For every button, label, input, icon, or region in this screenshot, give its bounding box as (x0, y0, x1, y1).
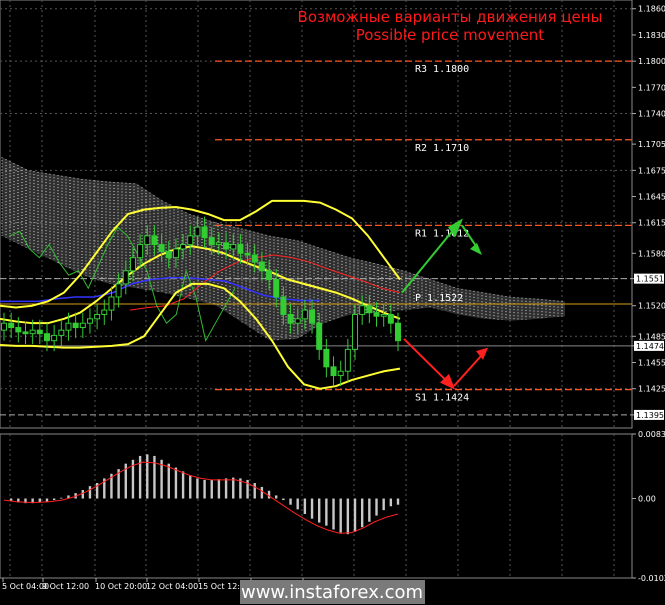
candle-body (144, 235, 151, 246)
candle-body (1, 322, 7, 331)
down-arrow-branch-head (476, 347, 488, 360)
time-tick-label: 9 Oct 12:00 (42, 582, 89, 591)
candle-body (115, 283, 122, 298)
candle-body (101, 309, 108, 315)
price-tick-label: 1.1675 (638, 166, 665, 175)
price-marker-label: 1.1474 (636, 342, 664, 351)
price-tick-label: 1.1580 (638, 249, 665, 258)
candle-body (180, 244, 187, 250)
title-ru: Возможные варианты движения цены (298, 8, 603, 26)
price-tick-label: 1.1770 (638, 83, 665, 92)
down-arrow-branch (453, 353, 484, 387)
candle-body (8, 322, 15, 329)
candle-body (266, 270, 273, 281)
price-marker-label: 1.1551 (636, 275, 664, 284)
candle-body (86, 318, 93, 324)
candle-body (108, 296, 115, 311)
title-en: Possible price movement (356, 26, 545, 44)
price-tick-label: 1.1455 (638, 358, 665, 367)
candle-body (22, 331, 29, 335)
candle-body (387, 313, 394, 324)
candle-body (151, 235, 158, 246)
level-label-s1: S1 1.1424 (415, 393, 469, 404)
candle-body (29, 329, 36, 335)
candle-body (172, 248, 179, 259)
candle-body (237, 244, 244, 254)
price-tick-label: 1.1645 (638, 193, 665, 202)
candle-body (395, 322, 401, 342)
candle-body (36, 329, 43, 335)
candle-body (287, 313, 294, 324)
candle-body (158, 244, 165, 253)
candle-body (251, 254, 258, 263)
candle-body (309, 309, 316, 324)
candle-body (359, 305, 366, 315)
candle-body (58, 329, 65, 336)
candle-body (72, 322, 79, 329)
candle-body (352, 313, 359, 350)
up-arrow-branch-head (470, 242, 482, 256)
level-label-r1: R1 1.1612 (415, 228, 469, 239)
candle-body (79, 322, 86, 329)
price-tick-label: 1.1800 (638, 57, 665, 66)
oscillator-panel (3, 454, 400, 535)
candle-body (373, 312, 380, 317)
candle-body (230, 244, 237, 250)
candle-body (187, 235, 194, 246)
candle-body (323, 348, 330, 368)
watermark-badge: www.instaforex.com (240, 580, 425, 604)
price-tick-label: 1.1740 (638, 110, 665, 119)
candle-body (194, 226, 201, 237)
candle-body (273, 279, 280, 298)
price-tick-label: 1.1705 (638, 140, 665, 149)
candle-body (208, 237, 215, 246)
candle-body (122, 270, 129, 285)
price-marker-label: 1.1395 (636, 411, 664, 420)
osc-tick-label: 0.00833 (638, 430, 665, 439)
candle-body (165, 251, 172, 259)
time-tick-label: 12 Oct 04:00 (146, 582, 198, 591)
candle-body (43, 333, 50, 342)
candle-body (280, 296, 287, 315)
price-tick-label: 1.1830 (638, 31, 665, 40)
candle-body (15, 327, 22, 333)
time-tick-label: 10 Oct 20:00 (95, 582, 147, 591)
price-tick-label: 1.1520 (638, 302, 665, 311)
price-tick-label: 1.1485 (638, 332, 665, 341)
candle-body (129, 257, 136, 272)
candle-body (380, 313, 387, 317)
osc-tick-label: -0.01026 (638, 574, 665, 583)
candle-body (344, 348, 351, 372)
candle-body (201, 226, 208, 239)
price-chart: R3 1.1800 R2 1.1710 R1 1.1612 P 1.1522 S1 1.… (0, 0, 665, 604)
level-label-p: P 1.1522 (415, 293, 463, 304)
candle-body (94, 313, 101, 320)
price-tick-label: 1.1425 (638, 385, 665, 394)
candle-body (244, 252, 251, 256)
chart-window: R3 1.1800 R2 1.1710 R1 1.1612 P 1.1522 S1 1.… (0, 0, 665, 605)
level-label-r3: R3 1.1800 (415, 64, 469, 75)
candle-body (137, 244, 144, 259)
watermark-text: www.instaforex.com (241, 582, 423, 603)
price-axis: 1.1860 1.1830 1.1800 1.1770 1.1740 1.1705 1.16… (632, 5, 665, 583)
candle-body (223, 242, 230, 250)
candle-body (258, 261, 265, 272)
level-label-r2: R2 1.1710 (415, 143, 469, 154)
price-tick-label: 1.1615 (638, 219, 665, 228)
price-tick-label: 1.1860 (638, 5, 665, 14)
candle-body (65, 322, 72, 331)
candle-body (330, 366, 337, 377)
candle-body (215, 242, 222, 246)
osc-tick-label: 0.00 (638, 495, 656, 504)
candle-body (51, 334, 58, 342)
candle-body (316, 322, 323, 350)
candle-body (366, 305, 373, 314)
candle-body (301, 309, 308, 320)
candle-body (294, 318, 301, 324)
signal-line (3, 461, 399, 534)
candle-body (337, 370, 344, 377)
